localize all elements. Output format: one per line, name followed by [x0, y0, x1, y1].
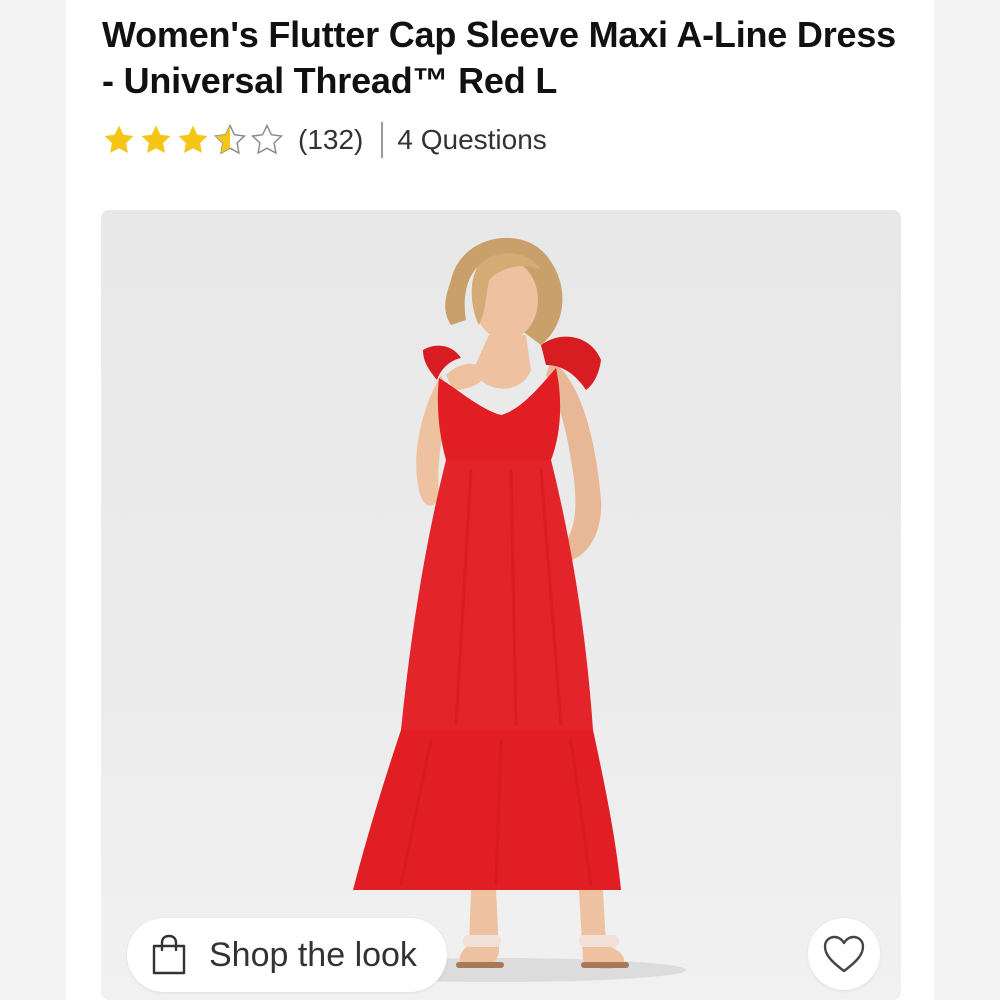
shopping-bag-icon	[152, 934, 186, 975]
star-rating	[102, 123, 284, 157]
divider	[381, 122, 384, 158]
favorite-button[interactable]	[808, 918, 880, 990]
star-full-icon	[178, 125, 208, 154]
questions-link[interactable]: 4 Questions	[397, 124, 546, 156]
product-image-card[interactable]	[101, 210, 901, 1000]
review-count[interactable]: (132)	[298, 124, 363, 156]
star-half-icon	[213, 123, 247, 155]
shop-the-look-label: Shop the look	[209, 935, 417, 974]
product-title: Women's Flutter Cap Sleeve Maxi A-Line D…	[102, 14, 896, 101]
rating-row[interactable]: (132) 4 Questions	[102, 120, 547, 160]
star-empty-icon	[250, 123, 284, 155]
star-full-icon	[141, 125, 171, 154]
shop-the-look-button[interactable]: Shop the look	[127, 918, 447, 992]
product-image	[306, 237, 686, 982]
heart-icon	[823, 935, 865, 973]
star-full-icon	[104, 125, 134, 154]
